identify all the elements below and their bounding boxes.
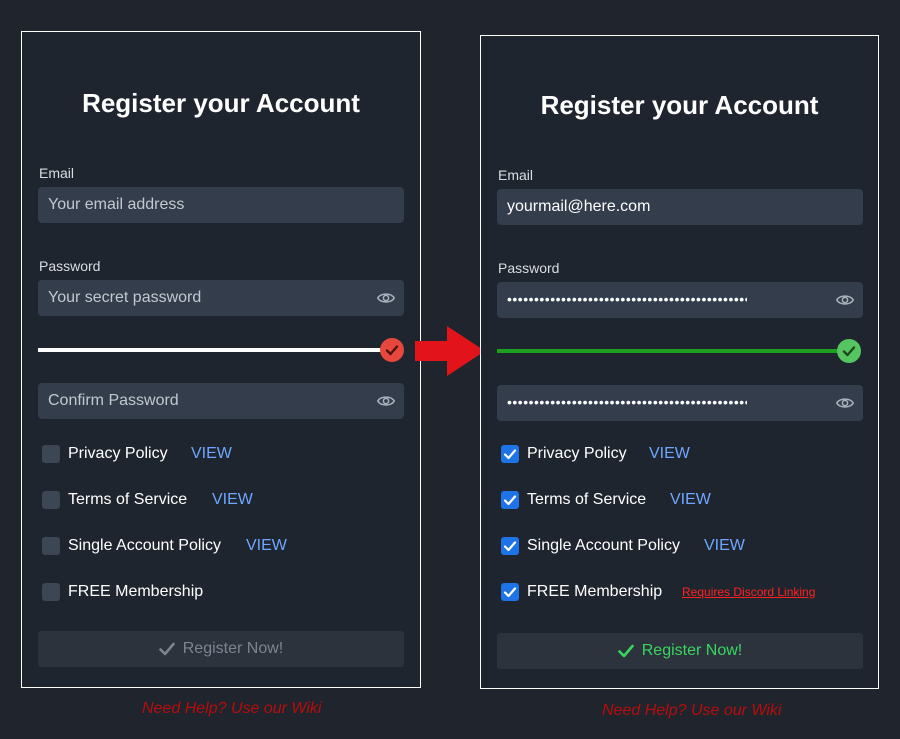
free-membership-row: FREE Membership [42,580,402,604]
checkmark-icon [503,495,517,506]
single-account-policy-row: Single Account Policy VIEW [42,534,402,558]
password-label: Password [498,260,560,276]
eye-icon[interactable] [376,289,396,307]
single-account-policy-view-link[interactable]: VIEW [704,534,745,558]
free-membership-label: FREE Membership [527,583,663,600]
terms-of-service-label: Terms of Service [68,491,188,508]
register-button-label: Register Now! [182,640,284,657]
password-strength-bar [38,348,392,352]
register-form-filled: Register your Account Email yourmail@her… [480,35,879,689]
terms-of-service-label: Terms of Service [527,491,647,508]
password-input[interactable]: Your secret password [38,280,404,316]
checkmark-icon [503,449,517,460]
password-input[interactable]: ••••••••••••••••••••••••••••••••••••••••… [497,282,863,318]
confirm-password-input[interactable]: Confirm Password [38,383,404,419]
email-label: Email [498,167,534,183]
single-account-policy-checkbox[interactable] [42,537,60,555]
confirm-password-masked-value: ••••••••••••••••••••••••••••••••••••••••… [507,394,747,410]
checkmark-icon [503,587,517,598]
free-membership-checkbox[interactable] [42,583,60,601]
eye-icon[interactable] [835,291,855,309]
privacy-policy-row: Privacy Policy VIEW [42,442,402,466]
terms-of-service-view-link[interactable]: VIEW [212,488,253,512]
privacy-policy-label: Privacy Policy [527,445,627,462]
help-wiki-link[interactable]: Need Help? Use our Wiki [142,700,321,718]
register-button[interactable]: Register Now! [497,633,863,669]
password-strength-bar [497,349,851,353]
help-wiki-link[interactable]: Need Help? Use our Wiki [602,702,781,720]
email-value: yourmail@here.com [507,198,651,215]
privacy-policy-row: Privacy Policy VIEW [501,442,861,466]
strength-valid-indicator [837,339,861,363]
register-form-empty: Register your Account Email Your email a… [21,31,421,688]
free-membership-checkbox[interactable] [501,583,519,601]
check-icon [158,642,175,656]
password-placeholder: Your secret password [48,289,202,306]
check-icon [842,346,856,357]
email-input[interactable]: yourmail@here.com [497,189,863,225]
email-placeholder: Your email address [48,196,185,213]
password-masked-value: ••••••••••••••••••••••••••••••••••••••••… [507,291,747,307]
password-label: Password [39,258,101,274]
email-label: Email [39,165,75,181]
privacy-policy-checkbox[interactable] [42,445,60,463]
eye-icon[interactable] [835,394,855,412]
eye-icon[interactable] [376,392,396,410]
terms-of-service-view-link[interactable]: VIEW [670,488,711,512]
free-membership-label: FREE Membership [68,583,204,600]
discord-linking-link[interactable]: Requires Discord Linking [682,580,815,604]
confirm-password-input[interactable]: ••••••••••••••••••••••••••••••••••••••••… [497,385,863,421]
terms-of-service-row: Terms of Service VIEW [42,488,402,512]
arrow-right-icon [415,326,485,376]
privacy-policy-view-link[interactable]: VIEW [191,442,232,466]
terms-of-service-checkbox[interactable] [42,491,60,509]
confirm-password-placeholder: Confirm Password [48,392,179,409]
check-icon [385,345,399,356]
form-title: Register your Account [82,88,360,118]
terms-of-service-row: Terms of Service VIEW [501,488,861,512]
privacy-policy-checkbox[interactable] [501,445,519,463]
single-account-policy-view-link[interactable]: VIEW [246,534,287,558]
single-account-policy-label: Single Account Policy [68,537,221,554]
single-account-policy-checkbox[interactable] [501,537,519,555]
privacy-policy-label: Privacy Policy [68,445,168,462]
single-account-policy-row: Single Account Policy VIEW [501,534,861,558]
single-account-policy-label: Single Account Policy [527,537,680,554]
form-title: Register your Account [540,90,819,120]
register-button-label: Register Now! [641,642,743,659]
email-input[interactable]: Your email address [38,187,404,223]
check-icon [617,644,634,658]
register-button[interactable]: Register Now! [38,631,404,667]
terms-of-service-checkbox[interactable] [501,491,519,509]
strength-invalid-indicator [380,338,404,362]
privacy-policy-view-link[interactable]: VIEW [649,442,690,466]
checkmark-icon [503,541,517,552]
free-membership-row: FREE Membership Requires Discord Linking [501,580,861,604]
